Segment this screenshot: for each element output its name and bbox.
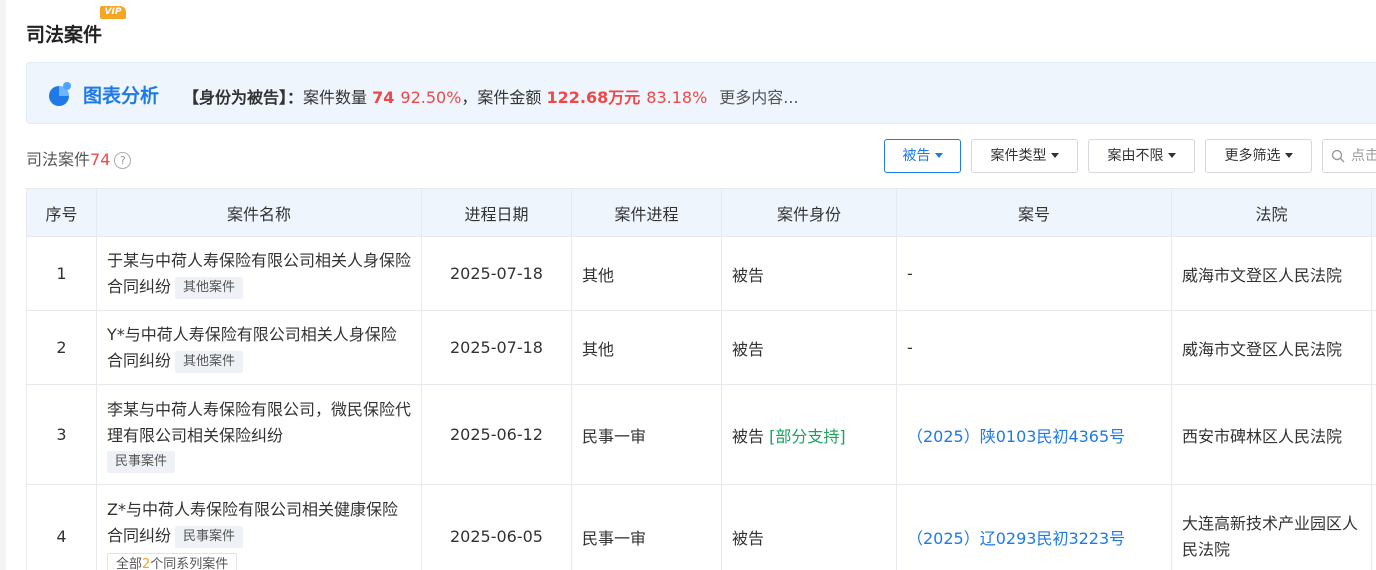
- cell-date: 2025-06-12: [421, 384, 572, 485]
- cell-stage: 其他: [571, 310, 722, 385]
- judgment-result-tag: [部分支持]: [769, 426, 846, 446]
- role-text: 被告: [732, 265, 765, 285]
- table-row[interactable]: 4 Z*与中荷人寿保险有限公司相关健康保险合同纠纷 民事案件全部2个同系列案件 2…: [26, 484, 1376, 570]
- case-type-tag: 民事案件: [175, 525, 244, 548]
- case-count-value: 74: [372, 88, 395, 107]
- filter-case-cause[interactable]: 案由不限: [1088, 139, 1195, 173]
- case-no-link[interactable]: （2025）陕0103民初4365号: [907, 427, 1125, 446]
- case-name-link[interactable]: 李某与中荷人寿保险有限公司，微民保险代理有限公司相关保险纠纷: [107, 400, 411, 445]
- case-count-percent: 92.50%: [400, 88, 462, 107]
- cell-index: 2: [26, 310, 97, 385]
- cell-extra: [1371, 384, 1376, 485]
- search-input[interactable]: [1351, 146, 1376, 166]
- role-text: 被告: [732, 339, 765, 359]
- cell-case-no: （2025）陕0103民初4365号: [896, 384, 1172, 485]
- filter-role-defendant[interactable]: 被告: [884, 139, 961, 173]
- table-row[interactable]: 2 Y*与中荷人寿保险有限公司相关人身保险合同纠纷 其他案件 2025-07-18…: [26, 310, 1376, 385]
- help-icon[interactable]: ?: [114, 152, 132, 169]
- col-header-case-name: 案件名称: [96, 188, 422, 237]
- case-type-tag: 其他案件: [175, 276, 244, 299]
- caret-down-icon: [1050, 153, 1059, 158]
- cell-index: 1: [26, 236, 97, 311]
- case-count-summary: 司法案件74?: [26, 146, 132, 170]
- cell-index: 4: [26, 484, 97, 570]
- cell-role: 被告: [721, 310, 897, 385]
- case-amount-label: ，案件金额: [461, 88, 542, 107]
- case-name-link[interactable]: 于某与中荷人寿保险有限公司相关人身保险合同纠纷: [107, 251, 411, 296]
- cell-extra: [1371, 484, 1376, 570]
- case-count-label: 案件数量: [303, 88, 368, 107]
- cell-case-no: （2025）辽0293民初3223号: [896, 484, 1172, 570]
- cell-role: 被告: [721, 236, 897, 311]
- analysis-summary: 【身份为被告】：案件数量 74 92.50%，案件金额 122.68万元 83.18…: [183, 84, 799, 108]
- cell-case-name: 李某与中荷人寿保险有限公司，微民保险代理有限公司相关保险纠纷民事案件: [96, 384, 422, 485]
- chart-analysis-title: 图表分析: [83, 85, 160, 107]
- vip-badge: VIP: [100, 6, 126, 19]
- table-row[interactable]: 1 于某与中荷人寿保险有限公司相关人身保险合同纠纷 其他案件 2025-07-18…: [26, 236, 1376, 311]
- case-type-tag: 其他案件: [175, 350, 244, 373]
- role-text: 被告: [732, 528, 765, 548]
- series-prefix: 全部: [116, 556, 143, 570]
- cases-table: 序号 案件名称 进程日期 案件进程 案件身份 案号 法院 1 于某与中荷人寿保险…: [26, 188, 1376, 570]
- identity-label: 【身份为被告】：: [183, 88, 304, 107]
- case-count-summary-value: 74: [90, 150, 111, 169]
- left-border: [0, 0, 6, 570]
- filter-case-cause-label: 案由不限: [1107, 148, 1164, 164]
- chart-analysis-bar[interactable]: 图表分析 【身份为被告】：案件数量 74 92.50%，案件金额 122.68万元…: [26, 62, 1376, 124]
- case-amount-percent: 83.18%: [646, 88, 708, 107]
- filter-case-type[interactable]: 案件类型: [971, 139, 1078, 173]
- table-header-row: 序号 案件名称 进程日期 案件进程 案件身份 案号 法院: [26, 188, 1376, 237]
- col-header-court: 法院: [1171, 188, 1372, 237]
- cell-case-no: -: [896, 236, 1172, 311]
- col-header-role: 案件身份: [721, 188, 897, 237]
- cell-date: 2025-06-05: [421, 484, 572, 570]
- table-row[interactable]: 3 李某与中荷人寿保险有限公司，微民保险代理有限公司相关保险纠纷民事案件 202…: [26, 384, 1376, 485]
- case-amount-value: 122.68万元: [546, 88, 641, 107]
- caret-down-icon: [1284, 153, 1293, 158]
- cell-court: 西安市碑林区人民法院: [1171, 384, 1372, 485]
- cell-index: 3: [26, 384, 97, 485]
- search-box[interactable]: [1322, 139, 1376, 173]
- role-text: 被告: [732, 426, 765, 446]
- col-header-date: 进程日期: [421, 188, 572, 237]
- section-title: 司法案件: [26, 24, 103, 46]
- cell-stage: 民事一审: [571, 384, 722, 485]
- chart-analysis-icon: [49, 82, 71, 106]
- cell-court: 大连高新技术产业园区人民法院: [1171, 484, 1372, 570]
- cell-court: 威海市文登区人民法院: [1171, 236, 1372, 311]
- search-icon: [1331, 149, 1345, 163]
- filter-role-label: 被告: [902, 148, 931, 164]
- filter-case-type-label: 案件类型: [990, 148, 1047, 164]
- cell-extra: [1371, 236, 1376, 311]
- case-name-link[interactable]: Z*与中荷人寿保险有限公司相关健康保险合同纠纷: [107, 500, 398, 545]
- cell-role: 被告: [721, 484, 897, 570]
- cell-case-no: -: [896, 310, 1172, 385]
- cell-case-name: Z*与中荷人寿保险有限公司相关健康保险合同纠纷 民事案件全部2个同系列案件: [96, 484, 422, 570]
- cell-case-name: Y*与中荷人寿保险有限公司相关人身保险合同纠纷 其他案件: [96, 310, 422, 385]
- cell-case-name: 于某与中荷人寿保险有限公司相关人身保险合同纠纷 其他案件: [96, 236, 422, 311]
- cell-court: 威海市文登区人民法院: [1171, 310, 1372, 385]
- col-header-index: 序号: [26, 188, 97, 237]
- cell-stage: 民事一审: [571, 484, 722, 570]
- cell-stage: 其他: [571, 236, 722, 311]
- caret-down-icon: [1167, 153, 1176, 158]
- col-header-extra: [1371, 188, 1376, 237]
- col-header-case-no: 案号: [896, 188, 1172, 237]
- series-suffix: 个同系列案件: [150, 556, 229, 570]
- cell-role: 被告 [部分支持]: [721, 384, 897, 485]
- cell-date: 2025-07-18: [421, 236, 572, 311]
- case-type-tag: 民事案件: [107, 450, 176, 473]
- cell-extra: [1371, 310, 1376, 385]
- case-count-summary-label: 司法案件: [26, 150, 91, 169]
- filter-more[interactable]: 更多筛选: [1205, 139, 1312, 173]
- filter-more-label: 更多筛选: [1224, 148, 1281, 164]
- case-name-link[interactable]: Y*与中荷人寿保险有限公司相关人身保险合同纠纷: [107, 325, 397, 370]
- col-header-stage: 案件进程: [571, 188, 722, 237]
- case-no-link[interactable]: （2025）辽0293民初3223号: [907, 529, 1125, 548]
- caret-down-icon: [934, 153, 943, 158]
- cell-date: 2025-07-18: [421, 310, 572, 385]
- series-cases-button[interactable]: 全部2个同系列案件: [107, 552, 238, 570]
- more-content-link[interactable]: 更多内容...: [719, 88, 798, 107]
